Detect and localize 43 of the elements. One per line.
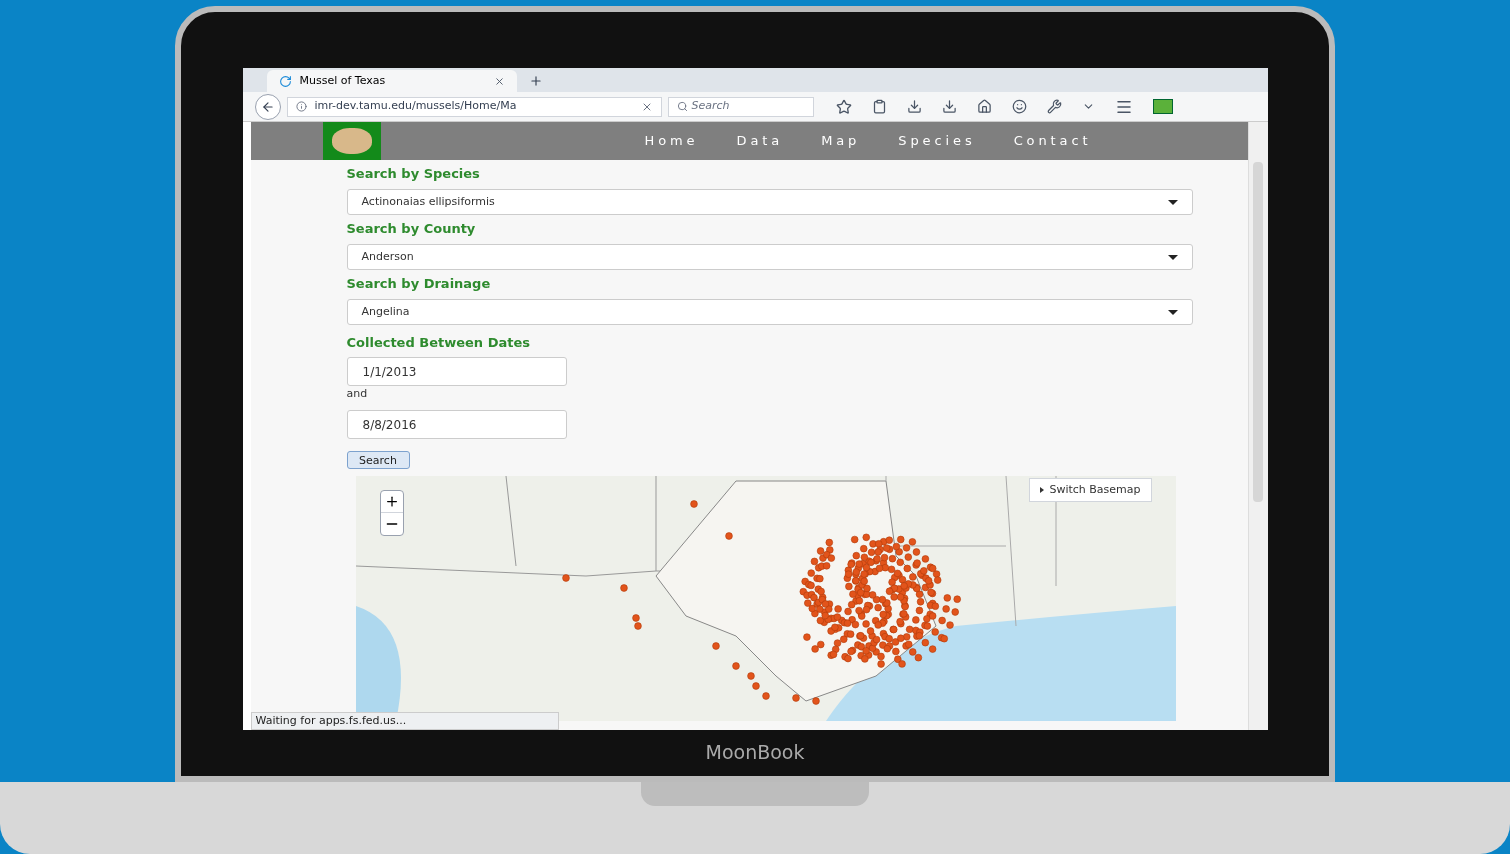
home-icon[interactable] — [976, 99, 992, 114]
caret-icon — [1167, 199, 1178, 205]
download-icon[interactable] — [906, 99, 922, 114]
wrench-icon[interactable] — [1046, 99, 1062, 114]
device-label: MoonBook — [705, 740, 805, 765]
back-icon[interactable] — [254, 93, 281, 120]
caret-icon — [1167, 309, 1178, 315]
search-button[interactable]: Search — [346, 451, 410, 469]
close-icon[interactable] — [493, 75, 505, 87]
info-icon — [295, 101, 307, 112]
smiley-icon[interactable] — [1011, 99, 1027, 114]
nav-link[interactable]: Species — [898, 131, 976, 151]
switch-basemap-button[interactable]: Switch Basemap — [1029, 478, 1152, 502]
dropdown-select[interactable]: Actinonaias ellipsiformis — [346, 189, 1193, 215]
loading-icon — [278, 74, 292, 88]
status-text: Waiting for apps.fs.fed.us... — [250, 712, 559, 730]
address-text: imr-dev.tamu.edu/mussels/Home/Ma — [314, 98, 518, 115]
nav-link[interactable]: Data — [736, 131, 784, 151]
search-field[interactable]: Search — [667, 96, 814, 117]
address-field[interactable]: imr-dev.tamu.edu/mussels/Home/Ma — [286, 96, 662, 117]
new-tab-icon[interactable] — [528, 74, 543, 88]
tab-title: Mussel of Texas — [299, 72, 387, 89]
dates-label: Collected Between Dates — [346, 334, 531, 352]
date-field[interactable]: 8/8/2016 — [346, 410, 567, 439]
browser-tab[interactable]: Mussel of Texas — [266, 70, 517, 92]
dropdown-select[interactable]: Angelina — [346, 299, 1193, 325]
bookmark-star-icon[interactable] — [835, 98, 852, 115]
extension-icon[interactable] — [1152, 99, 1173, 114]
nav-link[interactable]: Contact — [1013, 131, 1092, 151]
caret-icon — [1167, 254, 1178, 260]
search-placeholder: Search — [691, 98, 730, 115]
nav-link[interactable]: Map — [821, 131, 861, 151]
filter-label: Search by Species — [346, 165, 481, 183]
search-icon — [676, 101, 688, 112]
date-field[interactable]: 1/1/2013 — [346, 357, 567, 386]
download-arrow-icon[interactable] — [941, 99, 957, 114]
nav-link[interactable]: Home — [644, 131, 699, 151]
filter-label: Search by County — [346, 220, 477, 238]
dropdown-select[interactable]: Anderson — [346, 244, 1193, 270]
filter-label: Search by Drainage — [346, 275, 492, 293]
clipboard-icon[interactable] — [871, 99, 887, 114]
triangle-icon — [1040, 487, 1045, 493]
and-text: and — [346, 387, 369, 401]
